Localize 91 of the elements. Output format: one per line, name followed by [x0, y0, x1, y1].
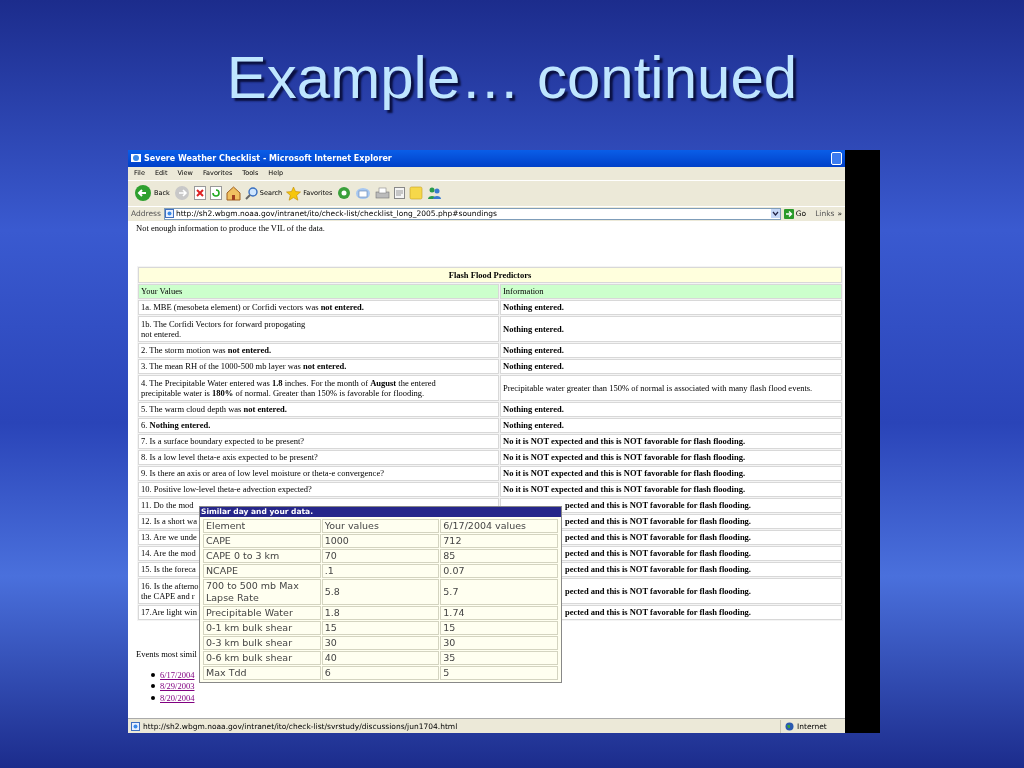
- table-cell: 5.8: [321, 578, 440, 605]
- people-icon: [426, 186, 441, 201]
- slide-title: Example… continued: [226, 42, 798, 112]
- bullet-icon: [151, 684, 155, 689]
- table-cell: 1a. MBE (mesobeta element) or Corfidi vectors was not entered.: [138, 299, 499, 315]
- toolbar-button[interactable]: [336, 186, 351, 201]
- stop-icon: [193, 186, 206, 201]
- table-cell: 2. The storm motion was not entered.: [138, 342, 499, 358]
- document-icon: [393, 187, 405, 200]
- table-cell: No it is NOT expected and this is NOT favorable for flash flooding.: [500, 449, 842, 465]
- page-icon: [131, 721, 140, 731]
- table-cell: 0-3 km bulk shear: [203, 635, 321, 650]
- table-cell: 15: [440, 620, 558, 635]
- bullet-icon: [151, 672, 155, 677]
- table-cell: Precipitable Water: [203, 605, 321, 620]
- table-cell: 1b. The Corfidi Vectors for forward propogating not entered.: [138, 315, 499, 342]
- table-cell: 7. Is a surface boundary expected to be present?: [138, 433, 499, 449]
- toolbar-button[interactable]: [209, 186, 222, 201]
- media-icon: [336, 186, 351, 201]
- toolbar-button[interactable]: [374, 186, 390, 200]
- table-cell: 3. The mean RH of the 1000-500 mb layer was not entered.: [138, 358, 499, 374]
- table-cell: 0.07: [440, 563, 558, 578]
- column-header: Information: [500, 283, 842, 299]
- table-cell: 8. Is a low level theta-e axis expected to be present?: [138, 449, 499, 465]
- envelope-icon: [354, 186, 371, 200]
- table-cell: 0-1 km bulk shear: [203, 620, 321, 635]
- toolbar-button[interactable]: [193, 186, 206, 201]
- printer-icon: [374, 186, 390, 200]
- table-cell: 9. Is there an axis or area of low level moisture or theta-e convergence?: [138, 465, 499, 481]
- note-text: Not enough information to produce the VIL of the data.: [136, 222, 326, 233]
- table-title: Flash Flood Predictors: [138, 266, 842, 283]
- table-cell: .1: [321, 563, 440, 578]
- table-cell: 5.7: [440, 578, 558, 605]
- refresh-icon: [209, 186, 222, 201]
- table-cell: 85: [440, 548, 558, 563]
- note-icon: [408, 186, 423, 201]
- go-arrow-icon: [783, 208, 794, 219]
- globe-icon: [785, 721, 794, 731]
- event-link[interactable]: 6/17/2004: [160, 669, 195, 680]
- window-button[interactable]: [831, 152, 842, 165]
- browser-logo-icon: [131, 153, 141, 164]
- table-cell: 10. Positive low-level theta-e advection expected?: [138, 481, 499, 497]
- table-cell: Nothing entered.: [500, 342, 842, 358]
- table-cell: 6. Nothing entered.: [138, 417, 499, 433]
- table-cell: pected and this is NOT favorable for flash flooding.: [500, 497, 842, 513]
- column-header: Your Values: [138, 283, 499, 299]
- table-cell: Nothing entered.: [500, 358, 842, 374]
- table-cell: 40: [321, 650, 440, 665]
- table-cell: 30: [321, 635, 440, 650]
- table-cell: 70: [321, 548, 440, 563]
- table-cell: 5: [440, 665, 558, 680]
- table-cell: 0-6 km bulk shear: [203, 650, 321, 665]
- toolbar-button[interactable]: [426, 186, 441, 201]
- house-icon: [225, 185, 241, 201]
- column-header: Element: [203, 518, 321, 533]
- table-cell: Nothing entered.: [500, 299, 842, 315]
- table-cell: Max Tdd: [203, 665, 321, 680]
- table-cell: 1.8: [321, 605, 440, 620]
- toolbar-button[interactable]: [393, 187, 405, 200]
- search-icon: [244, 186, 258, 200]
- table-cell: 700 to 500 mb Max Lapse Rate: [203, 578, 321, 605]
- dropdown-icon[interactable]: [770, 209, 780, 219]
- table-cell: 5. The warm cloud depth was not entered.: [138, 401, 499, 417]
- table-cell: CAPE 0 to 3 km: [203, 548, 321, 563]
- table-cell: 712: [440, 533, 558, 548]
- column-header: 6/17/2004 values: [440, 518, 558, 533]
- table-cell: Nothing entered.: [500, 401, 842, 417]
- page-icon: [164, 209, 174, 219]
- table-cell: Precipitable water greater than 150% of normal is associated with many flash flood events.: [500, 374, 842, 401]
- table-cell: 35: [440, 650, 558, 665]
- table-cell: NCAPE: [203, 563, 321, 578]
- table-cell: 6: [321, 665, 440, 680]
- table-cell: 30: [440, 635, 558, 650]
- bullet-icon: [151, 695, 155, 700]
- table-cell: 1000: [321, 533, 440, 548]
- event-link[interactable]: 8/29/2003: [160, 681, 195, 692]
- column-header: Your values: [321, 518, 440, 533]
- event-link[interactable]: 8/20/2004: [160, 692, 195, 703]
- table-cell: No it is NOT expected and this is NOT favorable for flash flooding.: [500, 433, 842, 449]
- window-title: Severe Weather Checklist - Microsoft Internet Explorer: [144, 154, 393, 163]
- table-cell: 1.74: [440, 605, 558, 620]
- table-cell: Nothing entered.: [500, 417, 842, 433]
- star-icon: [286, 185, 302, 201]
- table-cell: No it is NOT expected and this is NOT favorable for flash flooding.: [500, 481, 842, 497]
- table-cell: Nothing entered.: [500, 315, 842, 342]
- table-cell: 4. The Precipitable Water entered was 1.8 inches. For the month of August the entered precipitable water is 180% of normal. Greater than 150% is favorable for flooding.: [138, 374, 499, 401]
- toolbar-button[interactable]: [225, 185, 241, 201]
- table-cell: 15: [321, 620, 440, 635]
- events-label: Events most simil: [136, 648, 197, 659]
- table-cell: CAPE: [203, 533, 321, 548]
- table-cell: No it is NOT expected and this is NOT favorable for flash flooding.: [500, 465, 842, 481]
